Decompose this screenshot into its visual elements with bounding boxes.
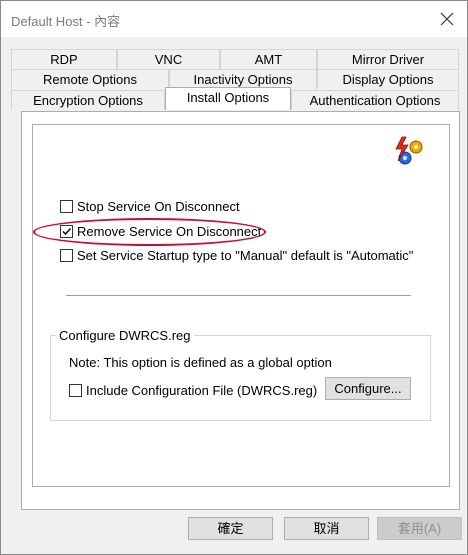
ok-button[interactable]: 確定: [188, 517, 273, 540]
tab-display-options[interactable]: Display Options: [317, 69, 459, 89]
startup-type-checkbox[interactable]: [60, 249, 73, 262]
tab-amt[interactable]: AMT: [220, 49, 317, 69]
remove-service-checkbox[interactable]: [60, 225, 73, 238]
include-config-checkbox[interactable]: [69, 384, 82, 397]
tab-remote-options[interactable]: Remote Options: [11, 69, 169, 89]
tab-encryption-options[interactable]: Encryption Options: [11, 90, 165, 110]
tab-mirror-driver[interactable]: Mirror Driver: [317, 49, 459, 69]
stop-service-label: Stop Service On Disconnect: [77, 199, 240, 214]
title-bar: Default Host - 內容: [1, 1, 467, 37]
tab-install-options[interactable]: Install Options: [165, 87, 291, 110]
startup-type-label: Set Service Startup type to "Manual" def…: [77, 248, 414, 263]
apply-button[interactable]: 套用(A): [377, 517, 462, 540]
global-option-note: Note: This option is defined as a global…: [69, 355, 332, 370]
separator: [66, 295, 411, 296]
cancel-button[interactable]: 取消: [284, 517, 369, 540]
window-title: Default Host - 內容: [11, 14, 121, 29]
include-config-label: Include Configuration File (DWRCS.reg): [86, 383, 318, 398]
tab-vnc[interactable]: VNC: [117, 49, 220, 69]
config-group-title: Configure DWRCS.reg: [56, 328, 194, 343]
lightning-gear-icon: [393, 135, 427, 169]
properties-dialog: Default Host - 內容 RDP VNC AMT Mirror Dri…: [0, 0, 468, 555]
install-options-frame: [32, 124, 450, 487]
tab-inactivity-options[interactable]: Inactivity Options: [169, 69, 317, 89]
tab-authentication-options[interactable]: Authentication Options: [291, 90, 459, 110]
tab-rdp[interactable]: RDP: [11, 49, 117, 69]
configure-button[interactable]: Configure...: [325, 377, 411, 400]
remove-service-label: Remove Service On Disconnect: [77, 224, 262, 239]
close-icon[interactable]: [435, 7, 459, 31]
checkmark-icon: [62, 228, 72, 236]
tab-panel: [21, 111, 460, 510]
stop-service-checkbox[interactable]: [60, 200, 73, 213]
